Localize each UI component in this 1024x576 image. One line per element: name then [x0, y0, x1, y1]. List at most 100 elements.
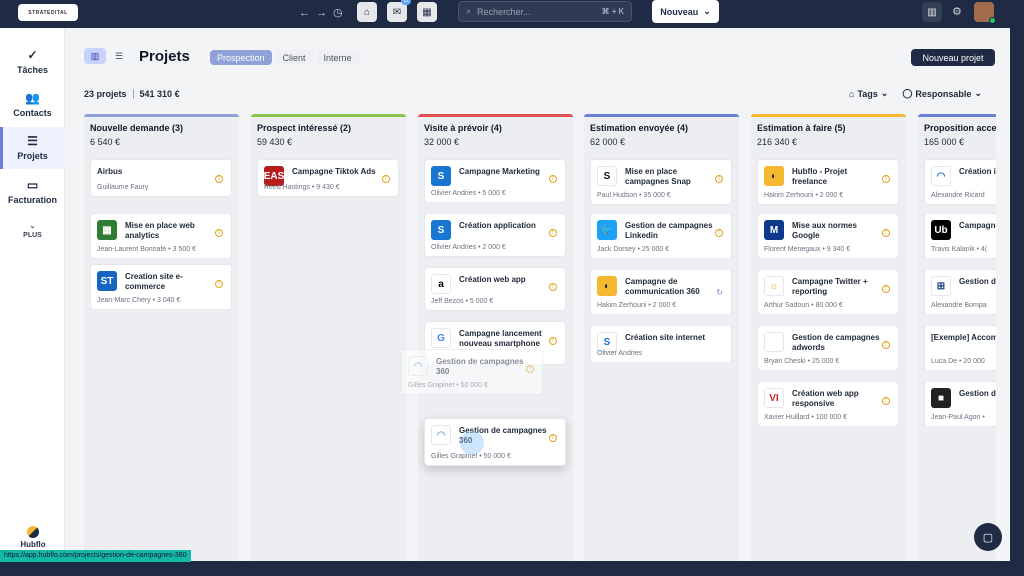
owner-filter[interactable]: ◯ Responsable ⌄	[902, 88, 982, 99]
warning-icon: !	[715, 229, 723, 237]
calendar-button[interactable]: ▦	[417, 2, 437, 22]
list-view-button[interactable]: ☰	[108, 48, 130, 64]
project-card[interactable]: [Exemple] Accompagneme Luca De • 20 000	[924, 325, 996, 371]
tab-prospection[interactable]: Prospection	[210, 50, 272, 65]
card-meta: Olivier Andries • 2 000 €	[431, 244, 506, 251]
card-title: Gestion de campagnes Linkedin	[625, 221, 713, 240]
tab-client[interactable]: Client	[275, 50, 313, 65]
view-toggle: ▥ ☰	[84, 48, 130, 64]
project-card[interactable]: ■ Gestion de Google Jean-Paul Agon •	[924, 381, 996, 427]
client-logo-icon: S	[431, 166, 451, 186]
project-card[interactable]: 🐦 Gestion de campagnes Linkedin Jack Dorse…	[590, 213, 732, 259]
project-card[interactable]: EAS Campagne Tiktok Ads Reed Hastings • 9 …	[257, 159, 399, 197]
project-card[interactable]: ◐ Hubflo - Projet freelance Hakim Zerhouni…	[757, 159, 899, 205]
banknote-icon: ▭	[26, 178, 39, 192]
chat-button[interactable]: ▢	[974, 523, 1002, 551]
warning-icon: !	[215, 229, 223, 237]
sidebar-item-facturation[interactable]: ▭ Facturation	[0, 171, 65, 213]
cursor-click-indicator	[460, 431, 484, 455]
search-input[interactable]: ⌕ Rechercher... ⌘ + K	[458, 1, 632, 22]
forward-arrow-icon[interactable]: →	[316, 6, 327, 20]
card-meta: Jean-Marc Chery • 3 040 €	[97, 297, 181, 304]
project-card[interactable]: a Création web app Jeff Bezos • 5 000 €!	[424, 267, 566, 311]
bar-chart-icon: ▥	[927, 6, 937, 18]
warning-icon: !	[715, 175, 723, 183]
card-title: Campagne Twitter + reporting	[792, 277, 868, 296]
mail-icon: ✉	[392, 6, 402, 18]
board-filters: ⌂ Tags ⌄ ◯ Responsable ⌄	[849, 88, 982, 99]
card-title: Création web app responsive	[792, 389, 859, 408]
project-card[interactable]: Airbus Guillaume Faury!	[90, 159, 232, 197]
history-clock-icon[interactable]: ◷	[333, 6, 343, 20]
drag-placeholder-card[interactable]: ◠ Gestion de campagnes 360 Gilles Grapinet…	[401, 349, 543, 395]
sidebar-item-contacts[interactable]: 👥 Contacts	[0, 84, 65, 126]
card-title: Gestion de adwords	[959, 277, 996, 286]
warning-icon: !	[549, 229, 557, 237]
user-avatar[interactable]	[974, 2, 996, 24]
card-meta: Travis Kalanik • 4(	[931, 246, 988, 253]
client-logo-icon: ☼	[764, 276, 784, 296]
card-meta: Xavier Huillard • 100 000 €	[764, 414, 847, 421]
sidebar-item-taches[interactable]: ✓ Tâches	[0, 41, 65, 83]
project-card[interactable]: S Mise en place campagnes Snap Paul Hudson…	[590, 159, 732, 205]
card-title: Airbus	[97, 167, 123, 176]
tags-filter[interactable]: ⌂ Tags ⌄	[849, 88, 888, 99]
sidebar-item-projets[interactable]: ☰ Projets	[0, 127, 65, 169]
card-meta: Hakim Zerhouni • 2 000 €	[597, 302, 677, 309]
warning-icon: !	[549, 434, 557, 442]
project-card[interactable]: S Création site internet Olivier Andries	[590, 325, 732, 363]
client-logo-icon: ▦	[97, 220, 117, 240]
new-project-button[interactable]: Nouveau projet	[911, 49, 995, 66]
top-bar: STRATEDITAL ← → ◷ ⌂ ✉ 12 ▦ ⌕ Rechercher..…	[0, 0, 1024, 28]
project-type-tabs: Prospection Client Interne	[210, 50, 359, 65]
column-title: Prospect intéressé (2)	[257, 123, 352, 133]
card-title: Campagne de communication 360	[625, 277, 700, 296]
reports-button[interactable]: ▥	[922, 2, 942, 22]
card-title: Gestion de campagnes 360	[436, 357, 524, 376]
column-title: Estimation envoyée (4)	[590, 123, 689, 133]
tab-interne[interactable]: Interne	[316, 50, 359, 65]
column-total: 6 540 €	[90, 137, 121, 147]
dragged-project-card[interactable]: ◠ Gestion de campagnes 360 Gilles Grapinet…	[424, 418, 566, 466]
card-meta: Olivier Andries	[597, 350, 643, 357]
project-card[interactable]: ☼ Campagne Twitter + reporting Arthur Sado…	[757, 269, 899, 315]
kanban-column: Proposition acce 165 000 € ◠ Création ic Ale…	[918, 114, 996, 561]
home-button[interactable]: ⌂	[357, 2, 377, 22]
gear-icon[interactable]: ⚙	[952, 5, 962, 19]
workspace-logo[interactable]: STRATEDITAL	[18, 4, 78, 21]
owner-label: Responsable	[915, 88, 972, 99]
chevron-down-icon: ⌄	[703, 6, 711, 16]
card-title: Gestion de campagnes adwords	[792, 333, 880, 352]
column-total: 165 000 €	[924, 137, 965, 147]
client-logo-icon: VI	[764, 388, 784, 408]
warning-icon: !	[882, 341, 890, 349]
card-title: Création site internet	[625, 333, 706, 342]
project-card[interactable]: S Création application Olivier Andries • 2…	[424, 213, 566, 257]
project-card[interactable]: ⊞ Gestion de adwords Alexandre Bompa	[924, 269, 996, 315]
brand-label: Hubflo	[20, 540, 46, 549]
kanban-board: Nouvelle demande (3) 6 540 € Airbus Guillau…	[84, 114, 996, 561]
hubflo-logo-icon	[27, 526, 39, 538]
client-logo-icon: ◠	[408, 356, 428, 376]
warning-icon: !	[549, 337, 557, 345]
project-card[interactable]: ST Creation site e-commerce Jean-Marc Cher…	[90, 264, 232, 310]
mail-button[interactable]: ✉ 12	[387, 0, 411, 22]
sidebar-more[interactable]: ⌄ PLUS	[0, 222, 65, 239]
card-title: Mise en place web analytics	[125, 221, 195, 240]
back-arrow-icon[interactable]: ←	[299, 6, 310, 20]
project-card[interactable]: M Mise aux normes Google Florent Menegaux …	[757, 213, 899, 259]
client-logo-icon: S	[597, 166, 617, 186]
client-logo-icon: ⊞	[931, 276, 951, 296]
project-card[interactable]: ▦ Mise en place web analytics Jean-Laurent…	[90, 213, 232, 259]
card-title: Campagne lancement nouveau smartphone	[459, 329, 542, 348]
kanban-view-button[interactable]: ▥	[84, 48, 106, 64]
project-card[interactable]: Gestion de campagnes adwords Bryan Cheski…	[757, 325, 899, 371]
project-card[interactable]: Ub Campagne Travis Kalanik • 4(	[924, 213, 996, 259]
project-card[interactable]: ◐ Campagne de communication 360 Hakim Zerh…	[590, 269, 732, 315]
project-card[interactable]: ◠ Création ic Alexandre Ricard	[924, 159, 996, 205]
project-card[interactable]: S Campagne Marketing Olivier Andries • 5 0…	[424, 159, 566, 203]
warning-icon: !	[382, 175, 390, 183]
card-meta: Paul Hudson • 35 000 €	[597, 192, 671, 199]
new-dropdown-button[interactable]: Nouveau ⌄	[652, 0, 719, 23]
project-card[interactable]: VI Création web app responsive Xavier Huil…	[757, 381, 899, 427]
